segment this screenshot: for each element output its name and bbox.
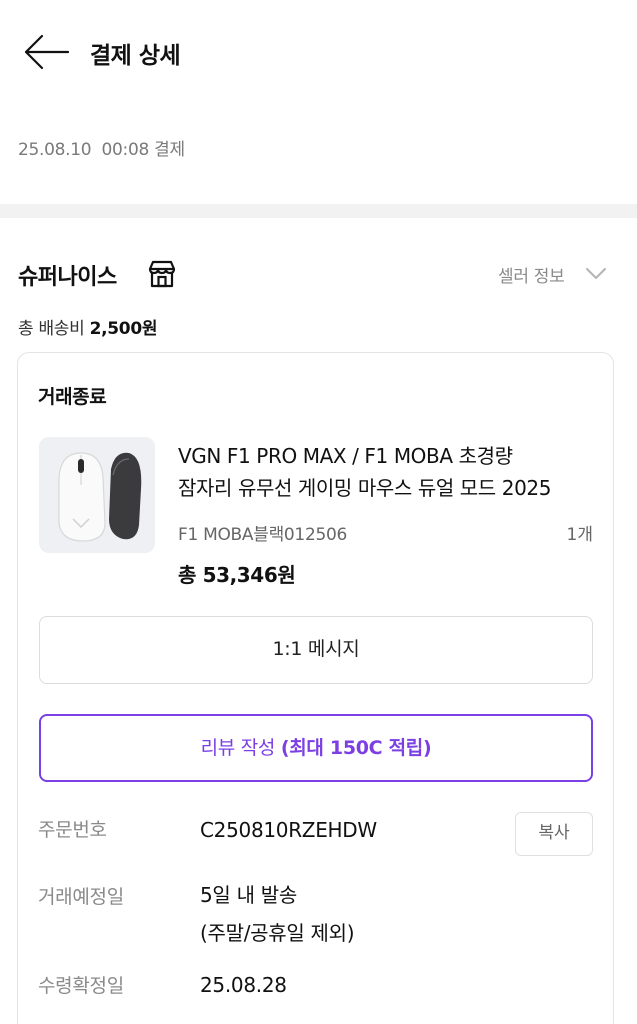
- copy-button[interactable]: 복사: [515, 812, 593, 856]
- expected-date-line1: 5일 내 발송: [200, 883, 297, 907]
- product-quantity: 1개: [566, 525, 593, 545]
- product-total: 총 53,346원: [178, 563, 296, 587]
- product-thumbnail[interactable]: [39, 437, 155, 553]
- payment-datetime: 25.08.10 00:08 결제: [18, 140, 185, 160]
- confirm-date-label: 수령확정일: [38, 975, 124, 997]
- confirm-date: 25.08.28: [200, 973, 287, 997]
- page-header: 결제 상세: [0, 0, 637, 104]
- store-icon[interactable]: [146, 258, 178, 290]
- product-title[interactable]: VGN F1 PRO MAX / F1 MOBA 초경량 잠자리 유무선 게이밍…: [178, 440, 594, 504]
- product-title-line1: VGN F1 PRO MAX / F1 MOBA 초경량: [178, 444, 513, 468]
- product-option: F1 MOBA블랙012506: [178, 525, 348, 545]
- page-title: 결제 상세: [90, 43, 181, 69]
- review-bonus: (최대 150C 적립): [280, 737, 432, 759]
- seller-info-toggle[interactable]: 셀러 정보: [498, 262, 565, 287]
- seller-name[interactable]: 슈퍼나이스: [18, 259, 117, 291]
- order-number: C250810RZEHDW: [200, 818, 377, 842]
- shipping-fee: 총 배송비 2,500원: [18, 314, 158, 339]
- arrow-left-icon: [24, 34, 70, 70]
- message-button[interactable]: 1:1 메시지: [39, 616, 593, 684]
- back-button[interactable]: [18, 30, 72, 74]
- section-divider: [0, 204, 637, 218]
- write-review-button[interactable]: 리뷰 작성 (최대 150C 적립): [39, 714, 593, 782]
- expected-date-label: 거래예정일: [38, 886, 124, 908]
- review-label: 리뷰 작성: [200, 737, 276, 759]
- order-number-label: 주문번호: [38, 819, 107, 841]
- product-title-line2: 잠자리 유무선 게이밍 마우스 듀얼 모드 2025: [178, 476, 552, 500]
- chevron-down-icon[interactable]: [584, 262, 608, 286]
- expected-date-line2: (주말/공휴일 제외): [200, 921, 355, 945]
- shipping-fee-amount: 2,500원: [89, 319, 158, 339]
- shipping-fee-label: 총 배송비: [18, 319, 85, 339]
- order-status: 거래종료: [38, 386, 107, 408]
